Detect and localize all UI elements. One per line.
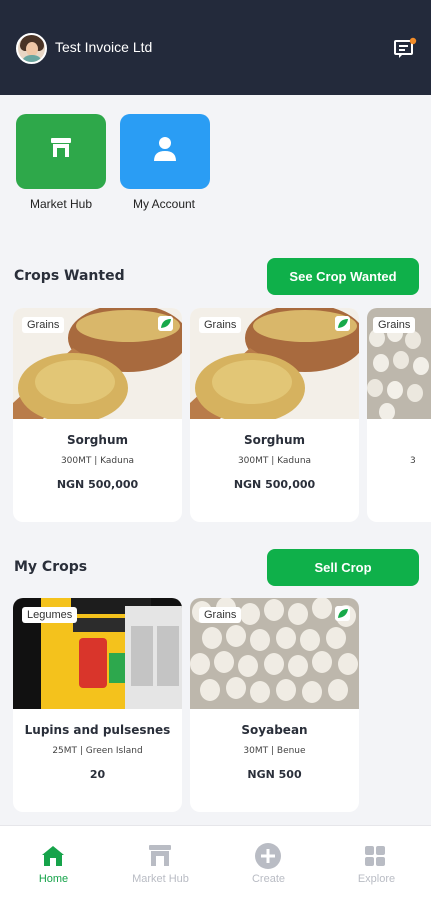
crop-price: NGN 500,000 [233, 478, 316, 491]
my-crops-title: My Crops [14, 559, 88, 575]
crop-price: NGN 500,000 [56, 478, 139, 491]
crop-wanted-card[interactable]: Grains Sorghum 300MT | Kaduna NGN 500,00… [190, 308, 359, 522]
store-icon [51, 138, 71, 157]
leaf-icon [335, 606, 350, 621]
crop-quantity-location: 25MT | Green Island [52, 746, 143, 756]
crop-price: 20 [89, 768, 106, 781]
store-icon [149, 845, 171, 866]
crop-name: Soyabean [241, 723, 308, 737]
grid-icon [365, 846, 385, 866]
crop-quantity-location: 3 [410, 456, 416, 466]
sell-crop-button[interactable]: Sell Crop [267, 549, 419, 586]
nav-home[interactable]: Home [0, 826, 107, 900]
my-account-label: My Account [132, 197, 196, 211]
crops-wanted-title: Crops Wanted [14, 268, 125, 284]
crop-price: NGN 500 [247, 768, 302, 781]
nav-market-hub[interactable]: Market Hub [107, 826, 214, 900]
company-name: Test Invoice Ltd [55, 39, 153, 55]
home-icon [42, 846, 64, 866]
my-crop-card[interactable]: Legumes Lupins and pulsesnes 25MT | Gree… [13, 598, 182, 812]
crop-wanted-card-partial[interactable]: Grains 3 [367, 308, 431, 522]
crop-name: Sorghum [244, 433, 305, 447]
add-circle-icon [255, 843, 281, 869]
market-hub-label: Market Hub [29, 197, 93, 211]
top-header: Test Invoice Ltd [0, 0, 431, 95]
nav-create-label: Create [251, 873, 286, 885]
category-tag: Grains [199, 607, 242, 623]
nav-create[interactable]: Create [215, 826, 322, 900]
nav-explore-label: Explore [357, 873, 396, 885]
my-account-tile[interactable] [120, 114, 210, 189]
bottom-navigation: Home Market Hub Create Explore [0, 825, 431, 900]
person-icon [154, 137, 176, 161]
crop-quantity-location: 300MT | Kaduna [60, 456, 135, 466]
crop-quantity-location: 30MT | Benue [243, 746, 306, 756]
leaf-icon [158, 316, 173, 331]
category-tag: Grains [373, 317, 416, 333]
market-hub-tile[interactable] [16, 114, 106, 189]
category-tag: Grains [22, 317, 65, 333]
see-crop-wanted-button[interactable]: See Crop Wanted [267, 258, 419, 295]
crop-name: Sorghum [67, 433, 128, 447]
nav-explore[interactable]: Explore [323, 826, 430, 900]
chat-notification-icon[interactable] [393, 37, 417, 59]
category-tag: Legumes [22, 607, 78, 623]
my-crop-card[interactable]: Grains Soyabean 30MT | Benue NGN 500 [190, 598, 359, 812]
nav-home-label: Home [38, 873, 69, 885]
user-avatar[interactable] [16, 33, 47, 64]
crop-name: Lupins and pulsesnes [24, 723, 171, 737]
crop-wanted-card[interactable]: Grains Sorghum 300MT | Kaduna NGN 500,00… [13, 308, 182, 522]
crop-quantity-location: 300MT | Kaduna [237, 456, 312, 466]
nav-market-hub-label: Market Hub [132, 873, 189, 885]
leaf-icon [335, 316, 350, 331]
category-tag: Grains [199, 317, 242, 333]
